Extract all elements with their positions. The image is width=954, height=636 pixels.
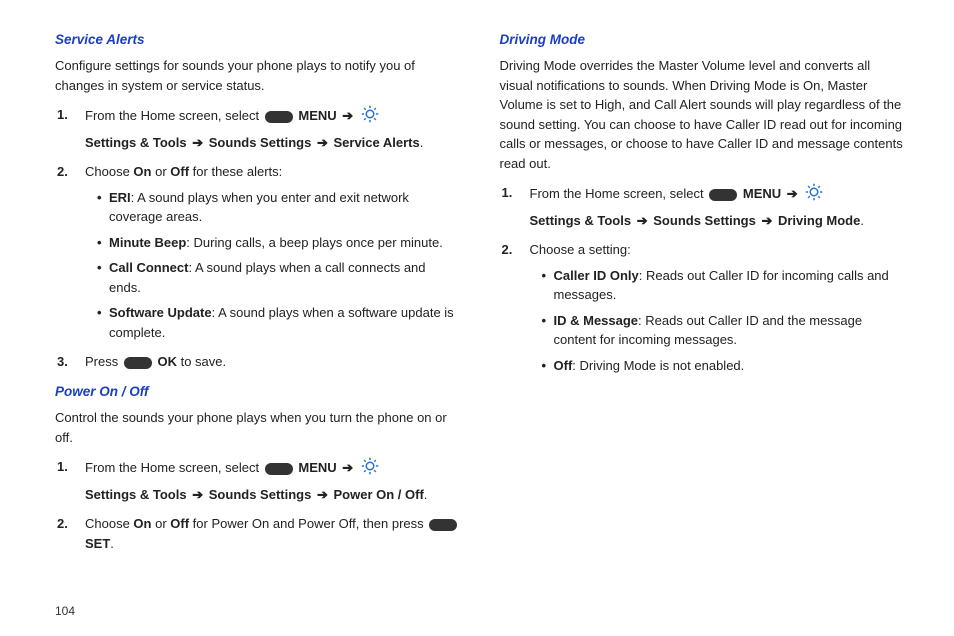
bullet-label: Call Connect (109, 260, 188, 275)
left-column: Service Alerts Configure settings for so… (55, 30, 460, 590)
step-1: 1. From the Home screen, select MENU ➔ S… (77, 457, 460, 504)
text: Choose (85, 164, 133, 179)
softkey-icon (265, 463, 293, 475)
arrow-icon: ➔ (317, 487, 328, 502)
page-number: 104 (55, 604, 75, 618)
page-columns: Service Alerts Configure settings for so… (55, 30, 904, 590)
softkey-icon (124, 357, 152, 369)
text: From the Home screen, select (530, 186, 708, 201)
step-1: 1. From the Home screen, select MENU ➔ S… (522, 183, 905, 230)
intro-driving-mode: Driving Mode overrides the Master Volume… (500, 56, 905, 173)
text: . (110, 536, 114, 551)
step-3: 3. Press OK to save. (77, 352, 460, 372)
softkey-icon (429, 519, 457, 531)
nav-settings-tools: Settings & Tools (85, 487, 187, 502)
steps-driving-mode: 1. From the Home screen, select MENU ➔ S… (500, 183, 905, 375)
gear-icon (805, 183, 823, 207)
bullet-label: Caller ID Only (554, 268, 639, 283)
on-label: On (133, 164, 151, 179)
bullet-text: : Driving Mode is not enabled. (572, 358, 744, 373)
arrow-icon: ➔ (637, 213, 648, 228)
step-number: 1. (57, 457, 68, 477)
bullet-label: ERI (109, 190, 131, 205)
nav-driving-mode: Driving Mode (778, 213, 860, 228)
gear-icon (361, 457, 379, 481)
step-2: 2. Choose On or Off for Power On and Pow… (77, 514, 460, 553)
text: Press (85, 354, 122, 369)
list-item: ERI: A sound plays when you enter and ex… (97, 188, 460, 227)
step-number: 2. (502, 240, 513, 260)
right-column: Driving Mode Driving Mode overrides the … (500, 30, 905, 590)
off-label: Off (170, 164, 189, 179)
list-item: ID & Message: Reads out Caller ID and th… (542, 311, 905, 350)
arrow-icon: ➔ (342, 460, 353, 475)
step-number: 1. (502, 183, 513, 203)
step-2: 2. Choose On or Off for these alerts: ER… (77, 162, 460, 342)
arrow-icon: ➔ (192, 135, 203, 150)
bullet-text: : A sound plays when you enter and exit … (109, 190, 409, 225)
step-number: 2. (57, 162, 68, 182)
list-item: Minute Beep: During calls, a beep plays … (97, 233, 460, 253)
list-item: Off: Driving Mode is not enabled. (542, 356, 905, 376)
text: Choose (85, 516, 133, 531)
arrow-icon: ➔ (342, 108, 353, 123)
nav-settings-tools: Settings & Tools (530, 213, 632, 228)
bullet-label: Off (554, 358, 573, 373)
heading-driving-mode: Driving Mode (500, 30, 905, 50)
menu-label: MENU (743, 186, 781, 201)
text: or (151, 516, 170, 531)
text: or (151, 164, 170, 179)
step-number: 3. (57, 352, 68, 372)
intro-service-alerts: Configure settings for sounds your phone… (55, 56, 460, 95)
bullet-label: ID & Message (554, 313, 639, 328)
text: . (424, 487, 428, 502)
text: for Power On and Power Off, then press (189, 516, 427, 531)
text: From the Home screen, select (85, 108, 263, 123)
text: . (420, 135, 424, 150)
step-1: 1. From the Home screen, select MENU ➔ S… (77, 105, 460, 152)
text: for these alerts: (189, 164, 282, 179)
step-2: 2. Choose a setting: Caller ID Only: Rea… (522, 240, 905, 375)
gear-icon (361, 105, 379, 129)
list-item: Caller ID Only: Reads out Caller ID for … (542, 266, 905, 305)
nav-settings-tools: Settings & Tools (85, 135, 187, 150)
ok-label: OK (157, 354, 177, 369)
arrow-icon: ➔ (761, 213, 772, 228)
heading-power-on-off: Power On / Off (55, 382, 460, 402)
arrow-icon: ➔ (787, 186, 798, 201)
menu-label: MENU (298, 108, 336, 123)
text: to save. (177, 354, 226, 369)
bullet-label: Software Update (109, 305, 212, 320)
steps-service-alerts: 1. From the Home screen, select MENU ➔ S… (55, 105, 460, 372)
on-label: On (133, 516, 151, 531)
set-label: SET (85, 536, 110, 551)
menu-label: MENU (298, 460, 336, 475)
text: . (860, 213, 864, 228)
step-number: 1. (57, 105, 68, 125)
nav-power-on-off: Power On / Off (333, 487, 423, 502)
steps-power-on-off: 1. From the Home screen, select MENU ➔ S… (55, 457, 460, 553)
alerts-bullets: ERI: A sound plays when you enter and ex… (85, 188, 460, 343)
text: From the Home screen, select (85, 460, 263, 475)
arrow-icon: ➔ (317, 135, 328, 150)
bullet-label: Minute Beep (109, 235, 186, 250)
intro-power-on-off: Control the sounds your phone plays when… (55, 408, 460, 447)
nav-sounds-settings: Sounds Settings (653, 213, 756, 228)
heading-service-alerts: Service Alerts (55, 30, 460, 50)
text: Choose a setting: (530, 242, 631, 257)
softkey-icon (265, 111, 293, 123)
arrow-icon: ➔ (192, 487, 203, 502)
list-item: Call Connect: A sound plays when a call … (97, 258, 460, 297)
driving-mode-bullets: Caller ID Only: Reads out Caller ID for … (530, 266, 905, 376)
bullet-text: : During calls, a beep plays once per mi… (186, 235, 443, 250)
nav-sounds-settings: Sounds Settings (209, 135, 312, 150)
list-item: Software Update: A sound plays when a so… (97, 303, 460, 342)
nav-service-alerts: Service Alerts (333, 135, 419, 150)
off-label: Off (170, 516, 189, 531)
softkey-icon (709, 189, 737, 201)
nav-sounds-settings: Sounds Settings (209, 487, 312, 502)
step-number: 2. (57, 514, 68, 534)
